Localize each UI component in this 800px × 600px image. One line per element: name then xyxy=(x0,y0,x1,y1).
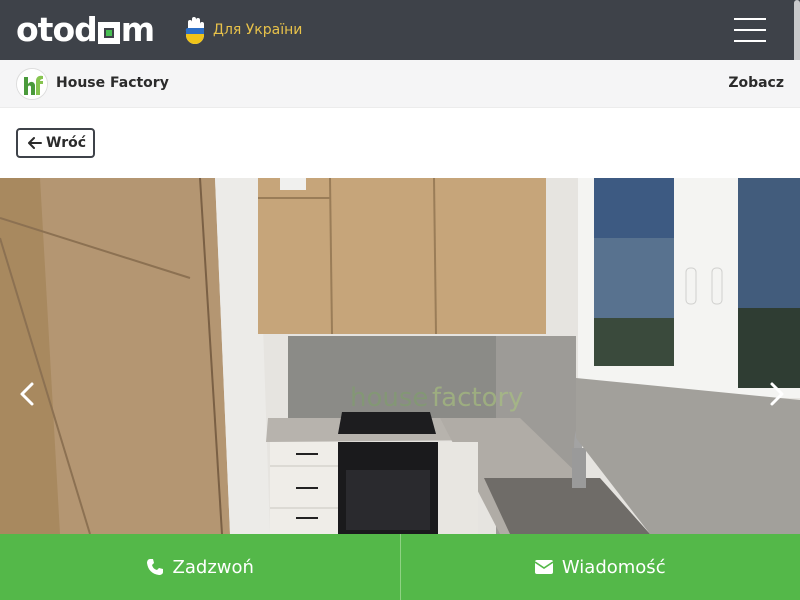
call-button[interactable]: Zadzwoń xyxy=(0,534,400,600)
call-button-label: Zadzwoń xyxy=(172,556,254,578)
ukraine-hand-icon xyxy=(185,17,204,44)
ukraine-support-link[interactable]: Для України xyxy=(184,15,302,45)
chevron-left-icon[interactable] xyxy=(8,374,48,414)
hamburger-menu-icon[interactable] xyxy=(734,18,766,42)
agency-see-link[interactable]: Zobacz xyxy=(728,75,784,91)
contact-action-bar: Zadzwoń Wiadomość xyxy=(0,534,800,600)
back-button[interactable]: Wróć xyxy=(16,128,95,158)
ukraine-label: Для України xyxy=(213,22,303,38)
message-button-label: Wiadomość xyxy=(561,556,666,578)
scrollbar[interactable] xyxy=(794,0,800,66)
otodom-logo[interactable]: otod m xyxy=(16,10,155,50)
logo-text-left: otod xyxy=(16,10,98,49)
photo-gallery[interactable]: house factory xyxy=(0,178,800,534)
agency-bar: House Factory Zobacz xyxy=(0,60,800,108)
svg-text:house: house xyxy=(350,383,428,413)
svg-text:factory: factory xyxy=(432,383,524,413)
arrow-left-icon xyxy=(28,137,42,149)
logo-square-icon xyxy=(97,22,120,44)
agency-name[interactable]: House Factory xyxy=(56,75,169,91)
house-factory-logo xyxy=(16,68,48,100)
top-bar: otod m Для України xyxy=(0,0,800,66)
kitchen-photo: house factory xyxy=(0,178,800,534)
chevron-right-icon[interactable] xyxy=(756,374,796,414)
logo-text-right: m xyxy=(120,10,155,49)
back-button-label: Wróć xyxy=(46,135,87,151)
envelope-icon xyxy=(534,560,553,574)
phone-icon xyxy=(146,558,164,576)
message-button[interactable]: Wiadomość xyxy=(399,534,800,600)
